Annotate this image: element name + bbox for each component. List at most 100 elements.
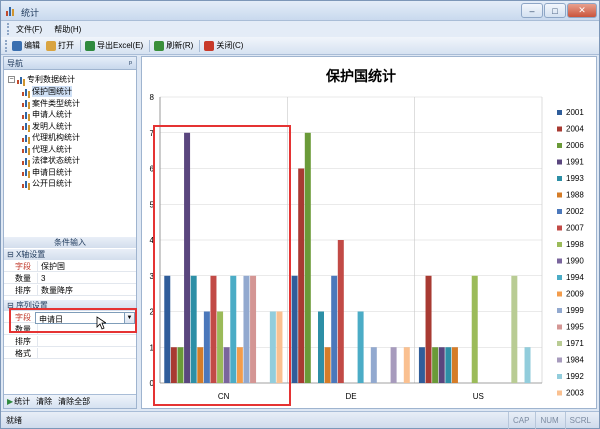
bar-chart: 保护国统计012345678CNDEUS20012004200619911993… [142, 57, 596, 408]
series-value[interactable] [37, 324, 136, 334]
close-button[interactable]: 关闭(C) [204, 40, 243, 51]
chevron-down-icon[interactable]: ▼ [124, 313, 134, 323]
x-value[interactable]: 3 [37, 273, 136, 283]
legend-swatch [557, 308, 562, 313]
series-section-label: 序列设置 [16, 301, 48, 310]
bar-cn-1998 [217, 312, 223, 384]
series-key: 格式 [4, 348, 37, 358]
refresh-button[interactable]: 刷新(R) [154, 40, 193, 51]
nav-tree: − 专利数据统计 保护国统计案件类型统计申请人统计发明人统计代理机构统计代理人统… [4, 71, 136, 239]
bar-de-1999 [371, 347, 377, 383]
legend-label: 1984 [566, 356, 584, 365]
toolbar-separator [149, 40, 150, 52]
bar-cn-2009 [237, 347, 243, 383]
x-tick-label: DE [345, 392, 356, 401]
clear-all-button[interactable]: 清除全部 [58, 396, 90, 407]
maximize-button[interactable]: □ [544, 3, 566, 18]
y-tick-label: 6 [150, 165, 155, 174]
x-value[interactable]: 数量降序 [37, 285, 136, 295]
navigation-pane: 导航 ᵖ − 专利数据统计 保护国统计案件类型统计申请人统计发明人统计代理机构统… [3, 56, 137, 409]
sidebar-item-label: 申请日统计 [32, 167, 72, 178]
toolbar-separator [199, 40, 200, 52]
x-value[interactable]: 保护国 [37, 261, 136, 271]
legend-swatch [557, 242, 562, 247]
title-bar: 统计 – □ ✕ [1, 1, 599, 21]
y-tick-label: 2 [150, 308, 155, 317]
x-key: 数量 [4, 273, 37, 283]
window-close-button[interactable]: ✕ [567, 3, 597, 18]
status-text: 就绪 [6, 412, 22, 429]
bar-cn-1990 [224, 347, 230, 383]
clear-button[interactable]: 清除 [36, 396, 52, 407]
bar-cn-1999 [243, 276, 249, 383]
toolbar-separator [80, 40, 81, 52]
export-excel-label: 导出Excel(E) [97, 40, 143, 51]
y-tick-label: 4 [150, 236, 155, 245]
legend-label: 1995 [566, 323, 584, 332]
menu-grip[interactable] [7, 23, 10, 35]
x-row-1[interactable]: 数量3 [4, 273, 136, 284]
bar-de-2001 [292, 276, 298, 383]
sidebar-item-5[interactable]: 代理人统计 [22, 144, 72, 155]
series-section[interactable]: ⊟ 序列设置 [4, 300, 136, 311]
legend-label: 1999 [566, 306, 584, 315]
chart-pane: 保护国统计012345678CNDEUS20012004200619911993… [141, 56, 597, 409]
edit-button-label: 编辑 [24, 40, 40, 51]
status-key-scrl: SCRL [565, 412, 595, 429]
stats-button[interactable]: ▶ 统计 [7, 396, 30, 407]
sidebar-item-0[interactable]: 保护国统计 [22, 86, 72, 97]
bar-cn-2001 [164, 276, 170, 383]
sidebar-item-7[interactable]: 申请日统计 [22, 167, 72, 178]
series-row-3[interactable]: 格式 [4, 348, 136, 359]
open-button[interactable]: 打开 [46, 40, 74, 51]
sidebar-item-8[interactable]: 公开日统计 [22, 178, 72, 189]
legend-label: 1993 [566, 174, 584, 183]
legend-swatch [557, 127, 562, 132]
bar-us-1991 [439, 347, 445, 383]
chart-item-icon [22, 122, 30, 130]
sidebar-item-6[interactable]: 法律状态统计 [22, 155, 80, 166]
sidebar-item-4[interactable]: 代理机构统计 [22, 132, 80, 143]
bar-de-2007 [338, 240, 344, 383]
x-row-0[interactable]: 字段保护国 [4, 261, 136, 272]
pin-icon[interactable]: ᵖ [129, 57, 132, 70]
x-axis-section-label: X轴设置 [16, 250, 45, 259]
y-tick-label: 0 [150, 379, 155, 388]
series-row-2[interactable]: 排序 [4, 336, 136, 347]
legend-label: 1990 [566, 257, 584, 266]
sidebar-item-label: 代理机构统计 [32, 132, 80, 143]
sidebar-item-1[interactable]: 案件类型统计 [22, 98, 80, 109]
toolbar-grip[interactable] [5, 40, 8, 52]
sidebar-item-3[interactable]: 发明人统计 [22, 121, 72, 132]
y-tick-label: 8 [150, 93, 155, 102]
refresh-button-label: 刷新(R) [166, 40, 193, 51]
tree-root[interactable]: − 专利数据统计 [8, 74, 75, 85]
status-key-num: NUM [535, 412, 562, 429]
sidebar-item-2[interactable]: 申请人统计 [22, 109, 72, 120]
series-row-1[interactable]: 数量 [4, 324, 136, 335]
x-axis-section[interactable]: ⊟ X轴设置 [4, 249, 136, 260]
series-key: 排序 [4, 336, 37, 346]
menu-help[interactable]: 帮助(H) [54, 24, 81, 35]
legend-swatch [557, 358, 562, 363]
edit-button[interactable]: 编辑 [12, 40, 40, 51]
bar-de-1993 [318, 312, 324, 384]
chart-item-icon [22, 180, 30, 188]
menu-file[interactable]: 文件(F) [16, 24, 42, 35]
bar-us-1998 [472, 276, 478, 383]
collapse-icon[interactable]: − [8, 76, 15, 83]
export-excel-button[interactable]: 导出Excel(E) [85, 40, 143, 51]
series-value[interactable] [37, 348, 136, 358]
x-row-2[interactable]: 排序数量降序 [4, 285, 136, 296]
series-value[interactable] [37, 336, 136, 346]
chart-item-icon [22, 145, 30, 153]
series-key: 数量 [4, 324, 37, 334]
series-field-select[interactable]: 申请日 ▼ [35, 312, 135, 324]
toolbar: 编辑 打开 导出Excel(E) 刷新(R) 关闭(C) [1, 37, 599, 55]
chart-title: 保护国统计 [325, 68, 396, 84]
status-key-cap: CAP [508, 412, 533, 429]
bar-de-1994 [358, 312, 364, 384]
tree-root-label: 专利数据统计 [27, 74, 75, 85]
minimize-button[interactable]: – [521, 3, 543, 18]
stats-button-label: 统计 [14, 396, 30, 407]
